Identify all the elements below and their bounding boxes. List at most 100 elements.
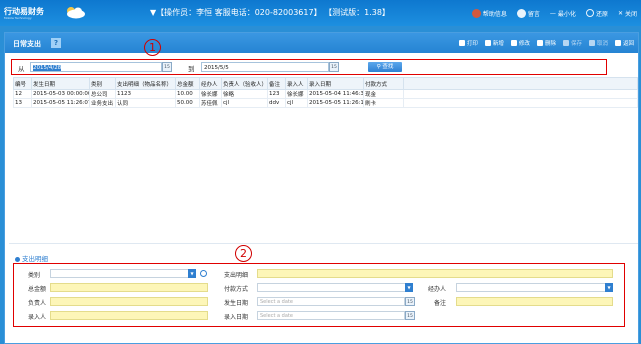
delete-icon — [536, 40, 543, 46]
total-field[interactable] — [50, 283, 208, 292]
to-date-input[interactable]: 2015/5/5 — [201, 62, 329, 72]
chat-icon — [516, 8, 526, 18]
cell-filler — [403, 89, 638, 99]
add-icon — [484, 40, 491, 46]
occur-date-label: 发生日期 — [224, 300, 249, 307]
col-header-payment[interactable]: 付款方式 — [363, 77, 404, 90]
detail-label: 支出明细 — [224, 272, 249, 279]
cell: 12 — [13, 89, 32, 99]
cell: 徐长娜 — [285, 89, 308, 99]
cell: 2015-05-05 11:26:15 — [307, 98, 364, 108]
back-button[interactable]: 返回 — [614, 39, 634, 47]
col-header-entry-date[interactable]: 录入日期 — [307, 77, 364, 90]
edit-button[interactable]: 修改 — [510, 39, 530, 47]
col-header-handler[interactable]: 经办人 — [199, 77, 222, 90]
col-header-detail[interactable]: 支出明细（物品名称） — [115, 77, 176, 90]
restore-button[interactable]: 还原 — [585, 9, 608, 18]
handler-dropdown-icon[interactable]: ▼ — [605, 283, 613, 292]
cell: cjl — [285, 98, 308, 108]
cancel-button[interactable]: 取消 — [588, 39, 608, 47]
cell: 2015-05-04 11:46:34 — [307, 89, 364, 99]
cell: 徐略 — [221, 89, 268, 99]
callout-2: 2 — [235, 245, 252, 262]
from-date-value: 2015/4/28 — [33, 65, 62, 71]
col-header-category[interactable]: 类别 — [89, 77, 116, 90]
total-label: 总金额 — [28, 286, 47, 293]
cell: 徐长娜 — [199, 89, 222, 99]
col-header-total[interactable]: 总金额 — [175, 77, 200, 90]
table-row[interactable]: 12 2015-05-03 00:00:00 总公司 1123 10.00 徐长… — [13, 89, 638, 99]
delete-button[interactable]: 删除 — [536, 39, 556, 47]
payment-select[interactable] — [257, 283, 413, 292]
entry-date-calendar-icon[interactable]: 15 — [405, 311, 415, 320]
category-label: 类别 — [28, 272, 41, 279]
minimize-button[interactable]: — 最小化 — [550, 9, 576, 18]
gear-icon[interactable] — [200, 270, 207, 277]
date-range-search: 从 2015/4/28 15 到 2015/5/5 15 ⚲ 查找 — [11, 59, 607, 75]
remark-field[interactable] — [456, 297, 613, 306]
search-button-label: 查找 — [382, 64, 394, 70]
col-header-remark[interactable]: 备注 — [267, 77, 286, 90]
window-title: 日常支出 — [13, 40, 41, 48]
window-toolbar: 打印 新增 修改 删除 保存 取消 返回 — [458, 39, 634, 47]
remark-label: 备注 — [434, 300, 447, 307]
owner-field[interactable] — [50, 297, 208, 306]
print-button[interactable]: 打印 — [458, 39, 478, 47]
expense-grid: 编号 发生日期 类别 支出明细（物品名称） 总金额 经办人 负责人（验收人） 备… — [13, 77, 638, 108]
search-button[interactable]: ⚲ 查找 — [368, 62, 402, 72]
table-row[interactable]: 13 2015-05-05 11:26:07 业务支出 认同 50.00 苏佳佩… — [13, 98, 638, 108]
cell: 10.00 — [175, 89, 200, 99]
occur-date-input[interactable]: Select a date — [257, 297, 405, 306]
cell: 总公司 — [89, 89, 116, 99]
close-label: 关闭 — [624, 10, 637, 18]
from-date-input[interactable]: 2015/4/28 — [30, 62, 162, 72]
window-title-bar: 日常支出 ? 打印 新增 修改 删除 保存 取消 返回 — [5, 33, 638, 53]
help-info-button[interactable]: 帮助信息 — [471, 8, 507, 18]
help-question-icon[interactable]: ? — [51, 38, 61, 48]
cell: 苏佳佩 — [199, 98, 222, 108]
callout-1: 1 — [144, 39, 161, 56]
occur-date-calendar-icon[interactable]: 15 — [405, 297, 415, 306]
close-button[interactable]: ✕ 关闭 — [618, 9, 637, 18]
cell-filler — [403, 98, 638, 108]
detail-title-text: 支出明细 — [22, 255, 48, 263]
col-header-owner[interactable]: 负责人（验收人） — [221, 77, 268, 90]
from-calendar-icon[interactable]: 15 — [162, 62, 172, 72]
payment-dropdown-icon[interactable]: ▼ — [405, 283, 413, 292]
cell: 1123 — [115, 89, 176, 99]
print-label: 打印 — [466, 41, 478, 47]
add-label: 新增 — [492, 41, 504, 47]
add-button[interactable]: 新增 — [484, 39, 504, 47]
to-calendar-icon[interactable]: 15 — [329, 62, 339, 72]
app-topbar: 行动易财务 Mobile Technology ▼【操作员：李恒 客服电话：02… — [0, 0, 641, 26]
payment-label: 付款方式 — [224, 286, 249, 293]
grid-header-row: 编号 发生日期 类别 支出明细（物品名称） 总金额 经办人 负责人（验收人） 备… — [13, 77, 638, 90]
close-icon: ✕ — [617, 9, 623, 17]
daily-expense-window: 日常支出 ? 打印 新增 修改 删除 保存 取消 返回 1 从 2015/4/2… — [4, 32, 639, 344]
expense-detail-form: 类别 ▼ 支出明细 总金额 付款方式 ▼ 经办人 ▼ 负责人 发生日期 Sele… — [13, 263, 625, 327]
message-button[interactable]: 留言 — [516, 8, 540, 18]
category-dropdown-icon[interactable]: ▼ — [188, 269, 196, 278]
cancel-label: 取消 — [596, 41, 608, 47]
save-icon — [562, 40, 569, 46]
cell: 123 — [267, 89, 286, 99]
handler-label: 经办人 — [428, 286, 447, 293]
back-icon — [614, 40, 621, 46]
col-header-occur-date[interactable]: 发生日期 — [31, 77, 90, 90]
entry-date-input[interactable]: Select a date — [257, 311, 405, 320]
app-logo-subtitle: Mobile Technology — [4, 16, 32, 20]
col-header-id[interactable]: 编号 — [13, 77, 32, 90]
detail-section-title[interactable]: 支出明细 — [15, 253, 48, 263]
print-icon — [458, 40, 465, 46]
weather-cloud-icon — [67, 7, 85, 19]
message-label: 留言 — [527, 10, 540, 18]
detail-field[interactable] — [257, 269, 613, 278]
entry-person-field[interactable] — [50, 311, 208, 320]
save-button[interactable]: 保存 — [562, 39, 582, 47]
minimize-icon: — — [549, 9, 556, 17]
category-select[interactable] — [50, 269, 196, 278]
col-header-entry-person[interactable]: 录入人 — [285, 77, 308, 90]
cell: ddv — [267, 98, 286, 108]
help-info-label: 帮助信息 — [482, 10, 507, 18]
handler-select[interactable] — [456, 283, 613, 292]
